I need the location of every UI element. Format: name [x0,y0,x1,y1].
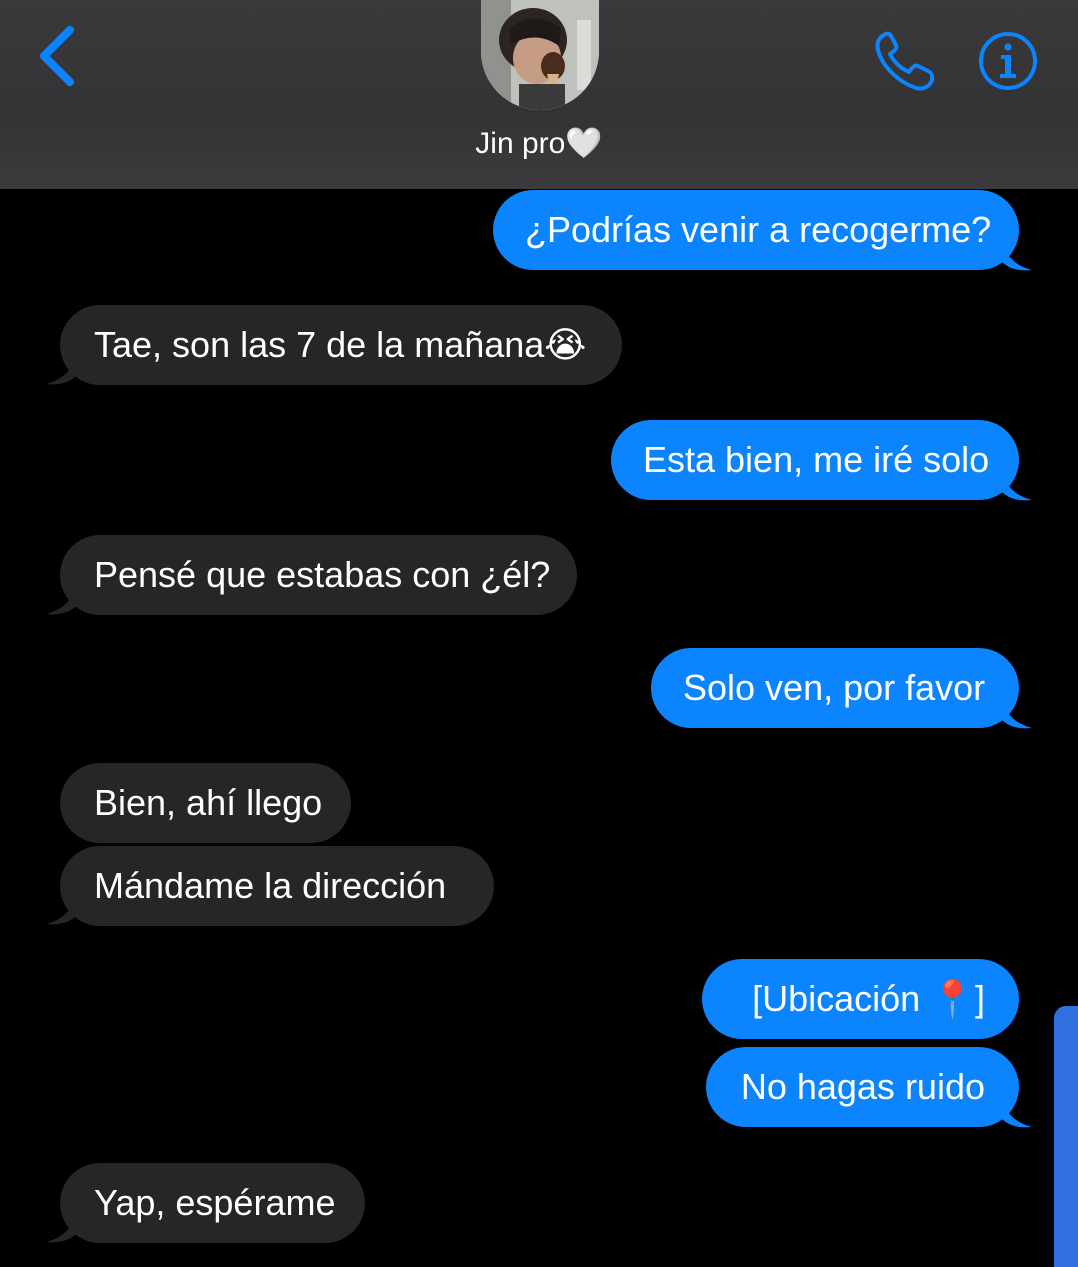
outgoing-location-message[interactable]: [Ubicación 📍] [702,959,1019,1039]
bubble-tail [46,356,76,385]
conversation-header: Jin pro🤍 [0,0,1078,189]
bubble-tail [46,896,76,925]
incoming-message[interactable]: Mándame la dirección [60,846,494,926]
outgoing-message[interactable]: No hagas ruido [706,1047,1019,1127]
outgoing-message[interactable]: ¿Podrías venir a recogerme? [493,190,1019,270]
info-button[interactable] [976,30,1040,92]
avatar-photo [481,0,599,110]
call-button[interactable] [872,30,938,92]
scrollbar[interactable] [1054,1006,1078,1267]
bubble-tail [1002,700,1032,729]
contact-avatar[interactable] [481,0,599,110]
bubble-tail [1002,242,1032,271]
outgoing-message[interactable]: Esta bien, me iré solo [611,420,1019,500]
incoming-message[interactable]: Bien, ahí llego [60,763,351,843]
incoming-message[interactable]: Tae, son las 7 de la mañana😭 [60,305,622,385]
chevron-left-icon [40,26,74,86]
back-button[interactable] [30,24,86,88]
bubble-tail [46,586,76,615]
bubble-tail [1002,472,1032,501]
contact-name[interactable]: Jin pro🤍 [0,126,1078,161]
outgoing-message[interactable]: Solo ven, por favor [651,648,1019,728]
bubble-tail [46,1214,76,1243]
bubble-tail [1002,1099,1032,1128]
incoming-message[interactable]: Yap, espérame [60,1163,365,1243]
incoming-message[interactable]: Pensé que estabas con ¿él? [60,535,577,615]
info-icon [979,32,1037,90]
phone-icon [875,31,934,91]
